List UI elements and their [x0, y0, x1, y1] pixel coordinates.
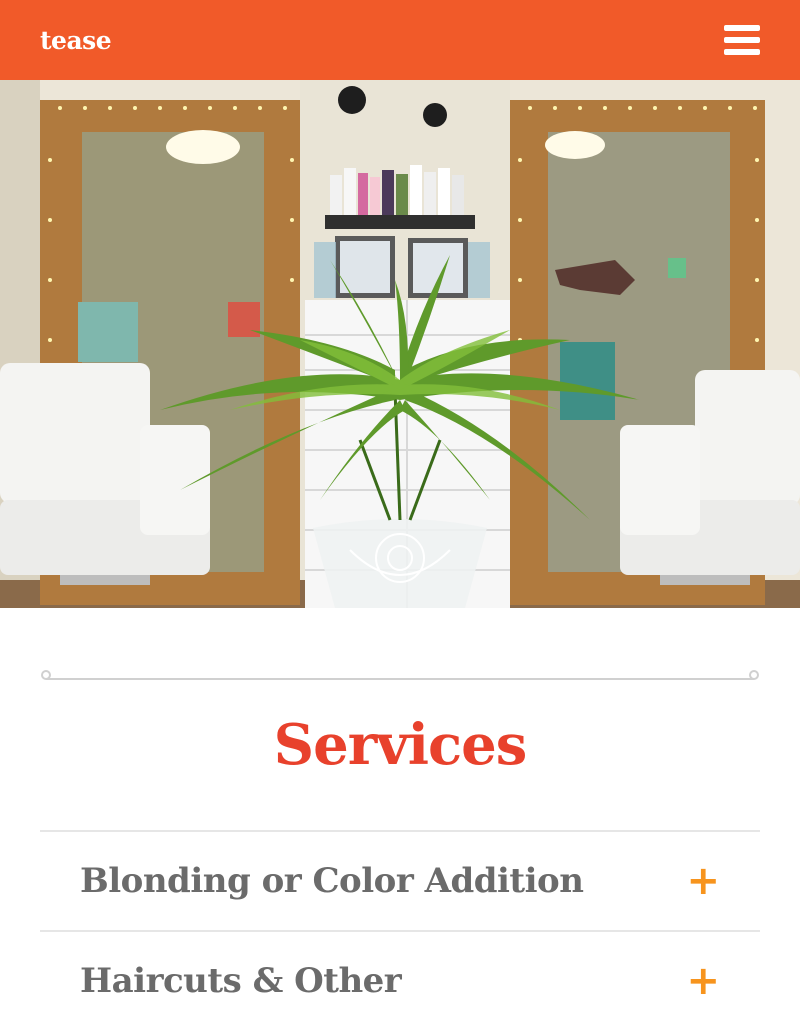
plus-icon[interactable]: +	[686, 861, 720, 901]
menu-bar-bottom	[724, 49, 760, 55]
hero-image	[0, 80, 800, 608]
services-title: Services	[273, 712, 528, 778]
accordion-item-haircuts[interactable]: Haircuts & Other +	[40, 930, 760, 1025]
site-header: tease	[0, 0, 800, 80]
hamburger-menu-icon[interactable]	[724, 25, 760, 55]
accordion-item-label: Haircuts & Other	[80, 961, 402, 1001]
menu-bar-middle	[724, 37, 760, 43]
site-logo[interactable]: tease	[40, 26, 112, 55]
menu-bar-top	[724, 25, 760, 31]
plus-icon[interactable]: +	[686, 961, 720, 1001]
accordion-item-label: Blonding or Color Addition	[80, 861, 584, 901]
decorative-divider	[41, 670, 759, 680]
accordion-item-blonding[interactable]: Blonding or Color Addition +	[40, 830, 760, 930]
salon-interior-photo	[0, 80, 800, 608]
